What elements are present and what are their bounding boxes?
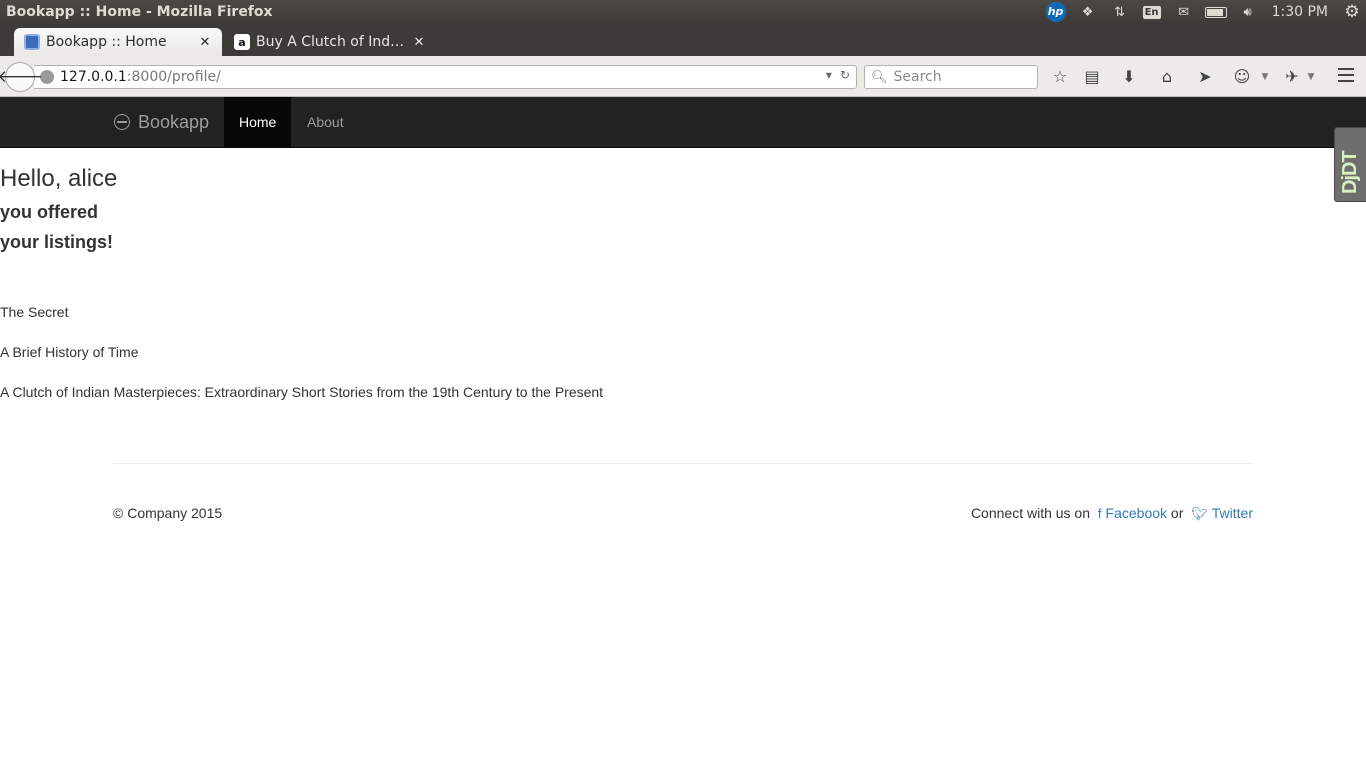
greeting-heading: Hello, alice — [0, 165, 118, 192]
django-debug-toolbar-handle[interactable]: DjDT — [1334, 127, 1366, 202]
reload-icon[interactable]: ↻ — [840, 68, 850, 82]
mail-icon[interactable]: ✉ — [1168, 0, 1200, 24]
brand-link[interactable]: Bookapp — [114, 97, 209, 147]
search-input[interactable]: 🔍︎ Search — [864, 65, 1038, 89]
close-icon[interactable]: ✕ — [412, 35, 426, 50]
footer-copyright: © Company 2015 — [113, 505, 223, 521]
facebook-link[interactable]: f Facebook — [1094, 505, 1167, 521]
reading-list-icon[interactable]: ▤ — [1080, 66, 1104, 88]
nav-about[interactable]: About — [292, 97, 359, 147]
nav-home[interactable]: Home — [224, 97, 292, 147]
gear-icon[interactable]: ⚙ — [1338, 0, 1366, 24]
tab-bookapp-home[interactable]: Bookapp :: Home ✕ — [14, 28, 222, 56]
close-icon[interactable]: ✕ — [198, 35, 212, 50]
network-icon[interactable]: ⇅ — [1104, 0, 1136, 24]
greasemonkey-icon[interactable]: ☺ — [1230, 66, 1254, 88]
offered-heading: you offered — [0, 202, 99, 222]
facebook-icon: f — [1097, 506, 1102, 521]
downloads-icon[interactable]: ⬇ — [1117, 66, 1141, 88]
amazon-favicon-icon: a — [234, 34, 250, 50]
bookmark-star-icon[interactable]: ☆ — [1048, 66, 1072, 88]
connect-text: Connect with us on — [970, 505, 1091, 521]
url-path: :8000/profile/ — [126, 69, 221, 85]
os-top-panel: Bookapp :: Home - Mozilla Firefox hp ❖ ⇅… — [0, 0, 1366, 24]
clock[interactable]: 1:30 PM — [1264, 0, 1338, 24]
dropbox-icon[interactable]: ❖ — [1072, 0, 1104, 24]
listing-item: A Brief History of Time — [0, 344, 139, 360]
hp-icon[interactable]: hp — [1040, 0, 1072, 24]
back-button[interactable]: 🡐 — [0, 62, 43, 92]
listings-heading: your listings! — [0, 232, 114, 252]
hamburger-menu-icon[interactable] — [1338, 68, 1354, 82]
tab-buy-clutch[interactable]: a Buy A Clutch of India… ✕ — [224, 28, 436, 56]
web-page: Bookapp Home About DjDT Hello, alice you… — [0, 97, 1366, 768]
brand-label: Bookapp — [138, 111, 210, 132]
dropdown-arrow-icon[interactable]: ▼ — [1306, 66, 1316, 88]
bookapp-favicon-icon — [24, 34, 40, 50]
search-placeholder: Search — [893, 69, 942, 85]
tab-label: Bookapp :: Home — [46, 34, 167, 50]
footer-social: Connect with us on f Facebook or 🐦︎ Twitte… — [971, 505, 1253, 522]
window-title: Bookapp :: Home - Mozilla Firefox — [6, 4, 273, 20]
brand-logo-icon — [114, 114, 130, 130]
url-history-dropdown-icon[interactable]: ▾ — [826, 68, 832, 82]
twitter-link[interactable]: 🐦︎ Twitter — [1187, 505, 1253, 521]
twitter-icon: 🐦︎ — [1191, 506, 1208, 521]
keyboard-icon[interactable]: En — [1136, 0, 1168, 24]
volume-icon[interactable]: 🔊︎ — [1232, 0, 1264, 24]
send-icon[interactable]: ➤ — [1193, 66, 1217, 88]
listing-item: The Secret — [0, 304, 69, 320]
browser-toolbar: 127.0.0.1:8000/profile/ ▾ ↻ 🡐 🔍︎ Search … — [0, 56, 1366, 97]
back-arrow-icon: 🡐 — [0, 67, 43, 87]
battery-icon[interactable] — [1200, 0, 1232, 24]
tab-label: Buy A Clutch of India… — [256, 34, 408, 50]
url-host: 127.0.0.1 — [60, 69, 127, 85]
footer-divider — [113, 463, 1253, 464]
listing-item: A Clutch of Indian Masterpieces: Extraor… — [0, 384, 604, 400]
url-bar[interactable]: 127.0.0.1:8000/profile/ ▾ ↻ — [34, 65, 857, 89]
dropdown-arrow-icon[interactable]: ▼ — [1260, 66, 1270, 88]
addon-icon[interactable]: ✈ — [1280, 66, 1304, 88]
search-icon: 🔍︎ — [871, 69, 888, 85]
tab-strip: Bookapp :: Home ✕ a Buy A Clutch of Indi… — [0, 24, 1366, 76]
ddt-label: DjDT — [1339, 151, 1361, 194]
home-icon[interactable]: ⌂ — [1155, 66, 1179, 88]
or-text: or — [1170, 505, 1184, 521]
site-navbar: Bookapp Home About — [0, 97, 1366, 148]
indicator-area: hp ❖ ⇅ En ✉ 🔊︎ 1:30 PM ⚙ — [1040, 0, 1366, 24]
